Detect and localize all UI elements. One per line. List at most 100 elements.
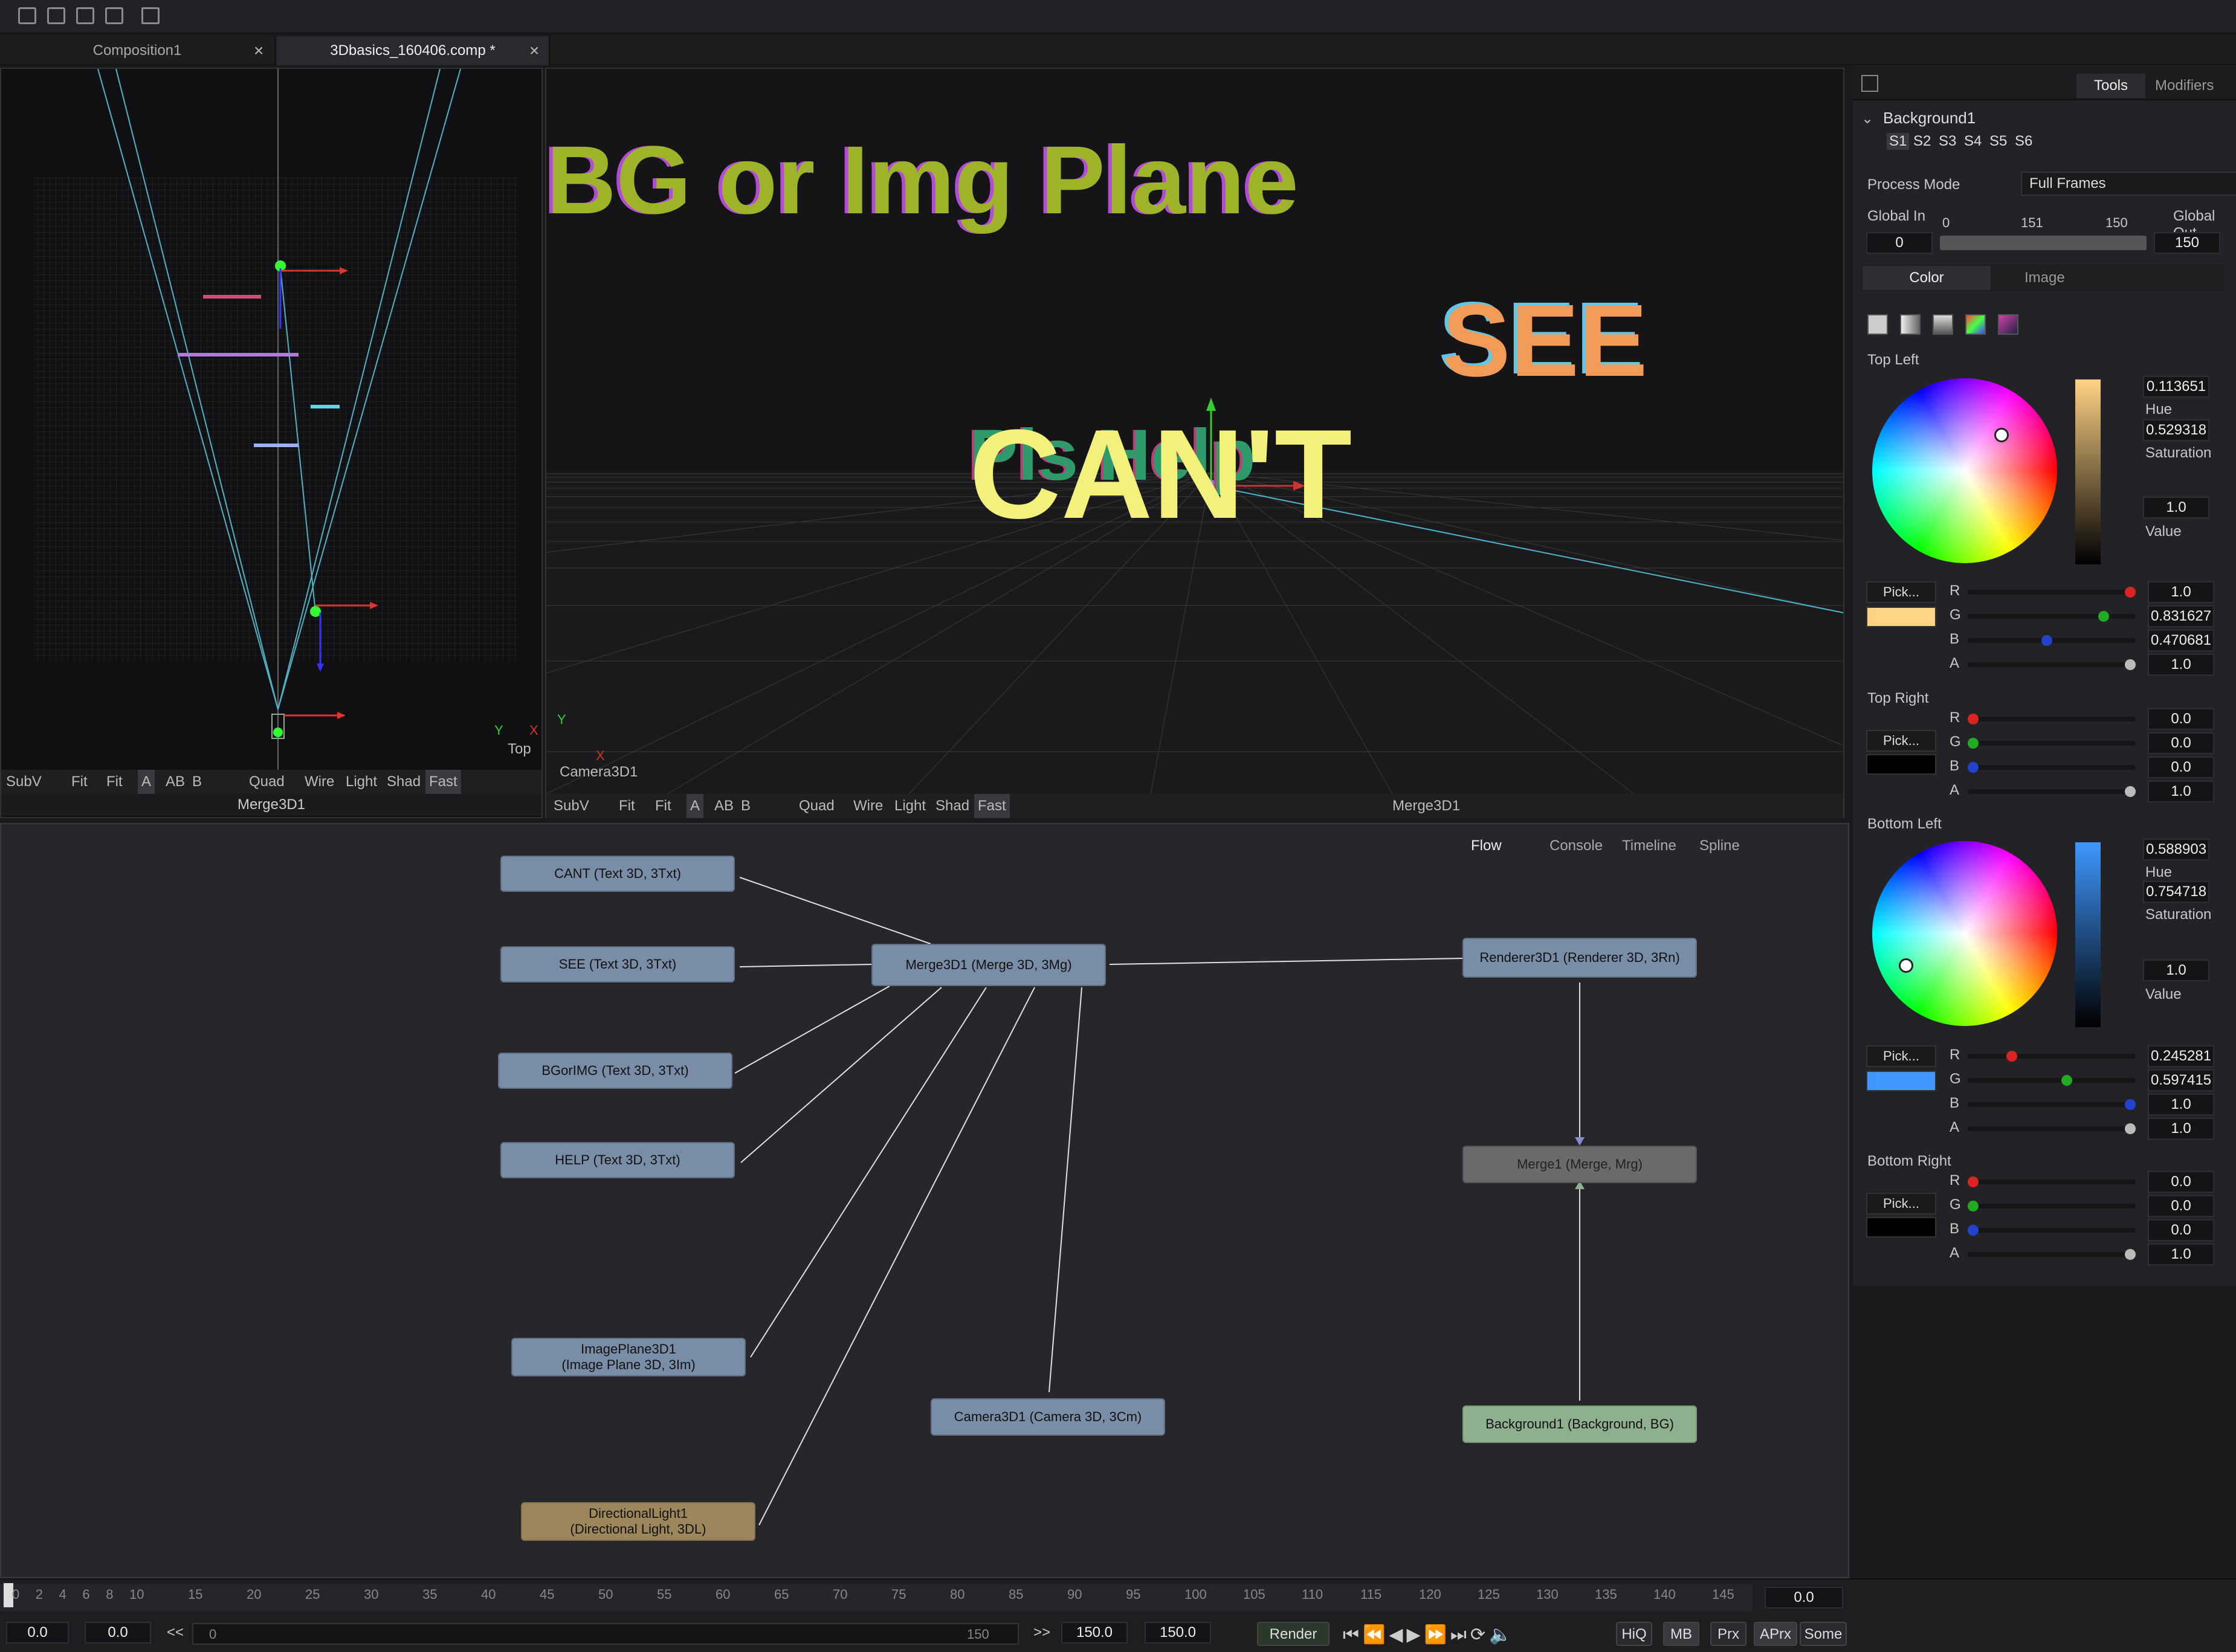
print-icon[interactable] (141, 7, 160, 24)
node-see[interactable]: SEE (Text 3D, 3Txt) (500, 946, 735, 982)
slider-knob[interactable] (2061, 1075, 2073, 1086)
node-cant[interactable]: CANT (Text 3D, 3Txt) (500, 856, 735, 892)
slider-knob[interactable] (2098, 611, 2110, 622)
channel-g-field[interactable]: 0.831627 (2148, 605, 2214, 627)
value-bar-top-left[interactable] (2075, 379, 2101, 564)
step-forward-icon[interactable]: ⏩ (1424, 1625, 1450, 1645)
color-wheel-bottom-left[interactable] (1872, 841, 2057, 1026)
slider-knob[interactable] (1968, 1225, 1979, 1236)
render-start-field[interactable]: 0.0 (85, 1622, 151, 1644)
quad-button[interactable]: Quad (799, 794, 835, 818)
channel-g-field[interactable]: 0.597415 (2148, 1070, 2214, 1091)
slider-knob[interactable] (1968, 738, 1979, 749)
light-button[interactable]: Light (894, 794, 926, 818)
tab-composition1[interactable]: Composition1 (0, 36, 276, 65)
aprx-button[interactable]: APrx (1754, 1622, 1797, 1646)
slot-s3[interactable]: S3 (1939, 133, 1956, 150)
slider-knob[interactable] (1968, 1176, 1979, 1187)
gradient-type-vertical-icon[interactable] (1933, 314, 1953, 335)
slot-s5[interactable]: S5 (1989, 133, 2007, 150)
channel-r-field[interactable]: 0.0 (2148, 1171, 2214, 1193)
audio-icon[interactable]: 🔈 (1489, 1625, 1515, 1645)
tab-console[interactable]: Console (1549, 833, 1603, 859)
pick-button[interactable]: Pick... (1866, 581, 1936, 603)
saturation-field[interactable]: 0.754718 (2143, 881, 2209, 903)
channel-r-slider[interactable] (1968, 587, 2136, 598)
slider-knob[interactable] (1968, 762, 1979, 773)
gradient-type-four-corner-icon[interactable] (1965, 314, 1986, 335)
node-merge3d1[interactable]: Merge3D1 (Merge 3D, 3Mg) (871, 944, 1106, 986)
render-end-field[interactable]: 150.0 (1061, 1622, 1128, 1644)
tab-tools[interactable]: Tools (2076, 74, 2145, 98)
gradient-type-gradient-icon[interactable] (1998, 314, 2018, 335)
layout-3-icon[interactable] (76, 7, 94, 24)
viewer-right[interactable]: BG or Img Plane SEE Pls Help CAN'T Y X C… (545, 68, 1844, 818)
layout-1-icon[interactable] (18, 7, 36, 24)
channel-g-slider[interactable] (1968, 611, 2136, 622)
global-range-slider[interactable] (1940, 236, 2147, 250)
gradient-type-solid-icon[interactable] (1867, 314, 1888, 335)
current-time-field[interactable]: 0.0 (1765, 1587, 1843, 1608)
tab-color[interactable]: Color (1863, 266, 1991, 290)
channel-b-slider[interactable] (1968, 762, 2136, 773)
channel-g-slider[interactable] (1968, 1075, 2136, 1086)
step-back-icon[interactable]: ⏪ (1363, 1625, 1389, 1645)
tab-image[interactable]: Image (2024, 266, 2065, 290)
channel-r-field[interactable]: 1.0 (2148, 581, 2214, 603)
channel-r-slider[interactable] (1968, 714, 2136, 724)
layout-2-icon[interactable] (47, 7, 65, 24)
channel-a-button[interactable]: A (687, 794, 704, 818)
channel-r-slider[interactable] (1968, 1176, 2136, 1187)
chevron-down-icon[interactable]: ⌄ (1861, 110, 1873, 127)
tab-spline[interactable]: Spline (1699, 833, 1740, 859)
viewer-left[interactable]: Y X Top SubV Fit Fit A AB B Quad Wire Li… (0, 68, 543, 818)
tab-3dbasics[interactable]: 3Dbasics_160406.comp * (277, 36, 550, 65)
play-reverse-icon[interactable]: ◀ (1389, 1625, 1406, 1645)
channel-a-slider[interactable] (1968, 786, 2136, 797)
subv-button[interactable]: SubV (554, 794, 589, 818)
wire-button[interactable]: Wire (853, 794, 883, 818)
flow-editor[interactable]: Flow Console Timeline Spline CANT (Text … (0, 823, 1849, 1578)
channel-a-button[interactable]: A (138, 770, 155, 794)
channel-ab-button[interactable]: AB (714, 794, 734, 818)
color-wheel-top-left[interactable] (1872, 378, 2057, 563)
channel-b-field[interactable]: 0.470681 (2148, 630, 2214, 651)
slider-knob[interactable] (2125, 1123, 2136, 1134)
gradient-type-horizontal-icon[interactable] (1900, 314, 1921, 335)
channel-b-field[interactable]: 0.0 (2148, 757, 2214, 778)
hue-field[interactable]: 0.113651 (2143, 376, 2209, 398)
loop-icon[interactable]: ⟳ (1470, 1625, 1489, 1645)
pick-button[interactable]: Pick... (1866, 1193, 1936, 1215)
slider-knob[interactable] (2125, 659, 2136, 670)
slider-knob[interactable] (1968, 1201, 1979, 1212)
end-field[interactable]: 150.0 (1145, 1622, 1211, 1644)
global-in-field[interactable]: 0 (1866, 232, 1933, 254)
tab-flow[interactable]: Flow (1471, 833, 1502, 859)
fit-button[interactable]: Fit (71, 770, 88, 794)
pick-button[interactable]: Pick... (1866, 730, 1936, 752)
slider-knob[interactable] (1968, 714, 1979, 724)
slider-knob[interactable] (2125, 1249, 2136, 1260)
channel-b-field[interactable]: 1.0 (2148, 1094, 2214, 1115)
channel-a-field[interactable]: 1.0 (2148, 654, 2214, 676)
global-out-field[interactable]: 150 (2154, 232, 2220, 254)
fit-button[interactable]: Fit (106, 770, 123, 794)
quad-button[interactable]: Quad (249, 770, 285, 794)
chevron-down-icon[interactable] (1861, 75, 1878, 92)
saturation-field[interactable]: 0.529318 (2143, 419, 2209, 441)
color-wheel-handle[interactable] (1899, 958, 1913, 973)
shad-button[interactable]: Shad (935, 794, 969, 818)
tab-modifiers[interactable]: Modifiers (2155, 74, 2214, 98)
close-icon[interactable]: × (254, 41, 263, 60)
prx-button[interactable]: Prx (1710, 1622, 1746, 1646)
channel-a-field[interactable]: 1.0 (2148, 781, 2214, 802)
channel-a-field[interactable]: 1.0 (2148, 1244, 2214, 1265)
value-field[interactable]: 1.0 (2143, 960, 2209, 981)
node-merge1[interactable]: Merge1 (Merge, Mrg) (1462, 1146, 1697, 1183)
slot-s1[interactable]: S1 (1887, 133, 1910, 150)
channel-r-field[interactable]: 0.245281 (2148, 1045, 2214, 1067)
subv-button[interactable]: SubV (6, 770, 42, 794)
node-bgorimg[interactable]: BGorIMG (Text 3D, 3Txt) (498, 1053, 732, 1089)
channel-b-button[interactable]: B (741, 794, 751, 818)
slider-knob[interactable] (2125, 786, 2136, 797)
